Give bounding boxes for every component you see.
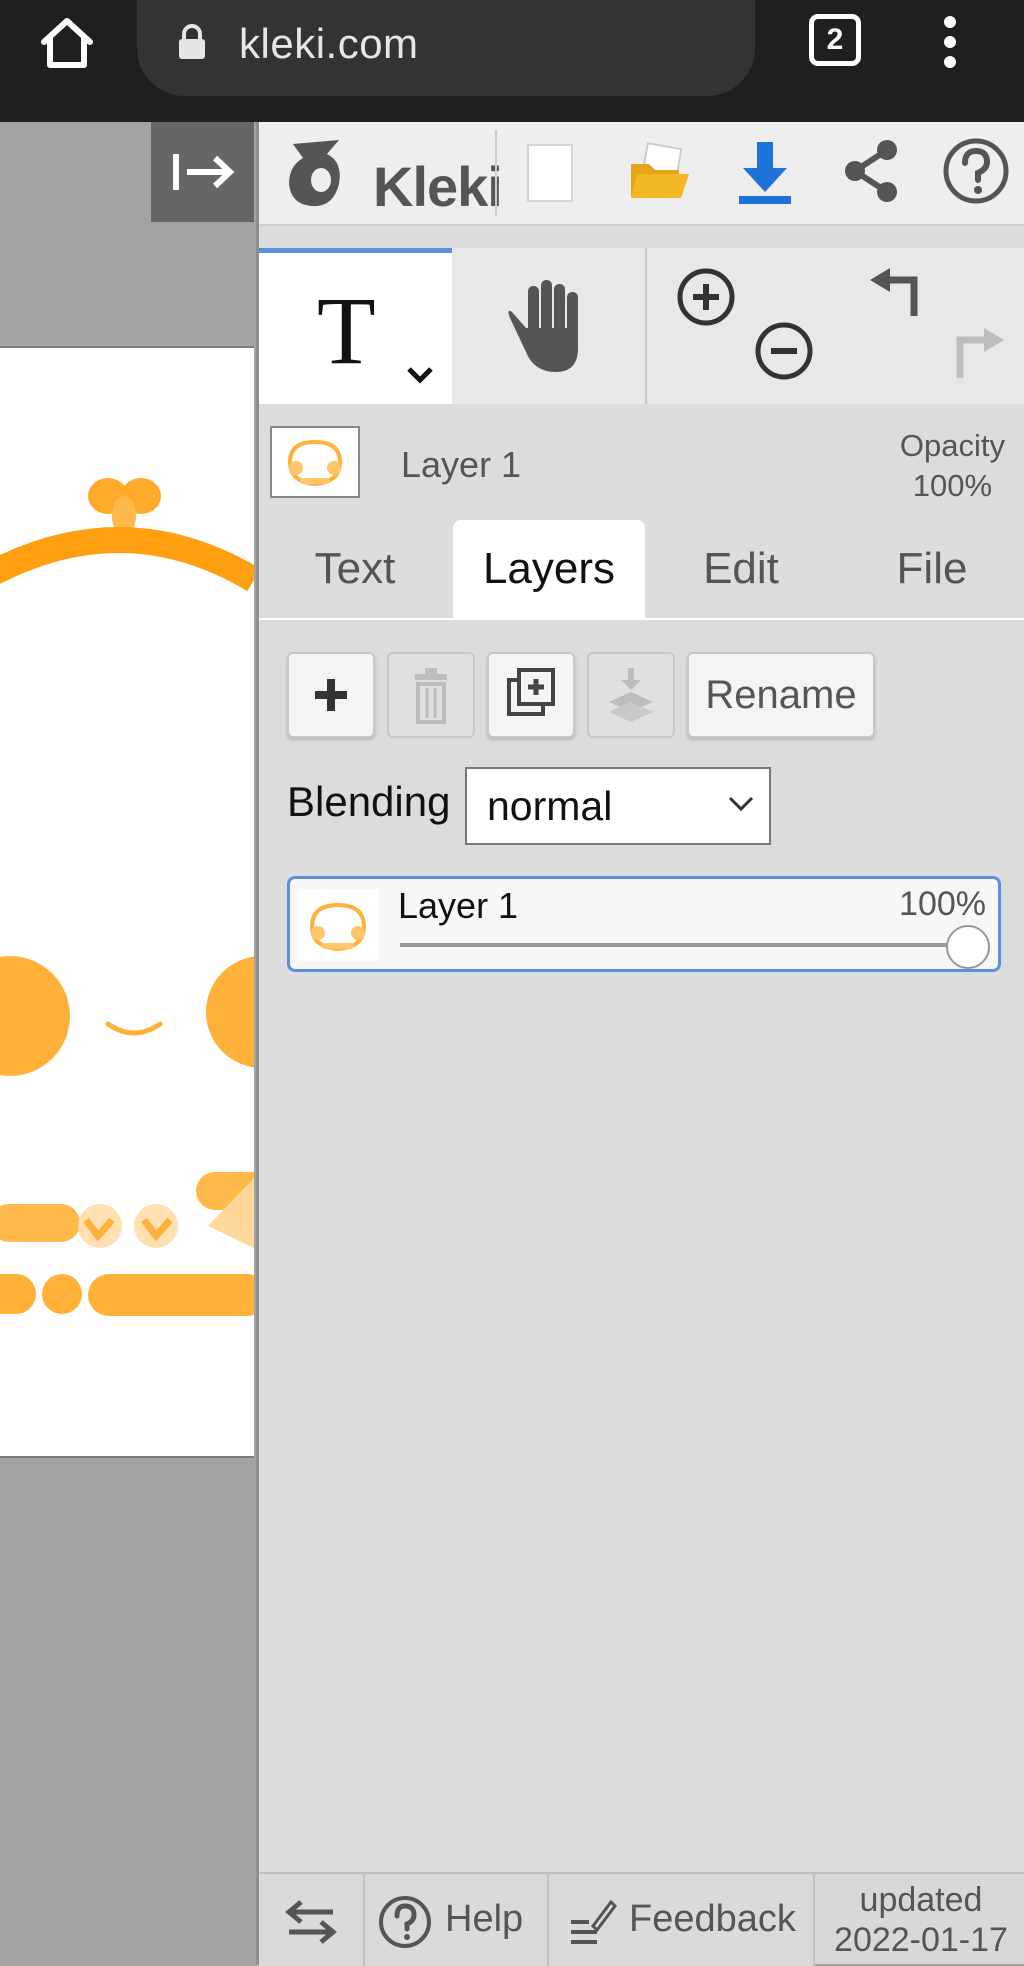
layer-list-item[interactable]: Layer 1 100% bbox=[287, 876, 1001, 972]
tool-row: T bbox=[259, 248, 1024, 404]
help-icon[interactable] bbox=[941, 136, 1011, 206]
url-text: kleki.com bbox=[239, 20, 419, 67]
text-tool-button[interactable]: T bbox=[259, 248, 452, 404]
more-vertical-icon[interactable] bbox=[936, 14, 964, 70]
collapse-panel-button[interactable] bbox=[151, 122, 254, 222]
layer-opacity-slider[interactable] bbox=[400, 943, 970, 947]
zoom-controls bbox=[645, 248, 836, 404]
feedback-icon bbox=[571, 1899, 617, 1944]
open-folder-icon[interactable] bbox=[629, 142, 693, 204]
toolbar-divider bbox=[495, 130, 497, 216]
chevron-down-icon bbox=[728, 796, 754, 812]
delete-layer-button[interactable] bbox=[387, 652, 475, 738]
logo-text: Kleki bbox=[373, 155, 503, 218]
hand-icon bbox=[508, 280, 578, 372]
help-circle-icon bbox=[379, 1896, 431, 1948]
text-tool-icon: T bbox=[317, 277, 376, 384]
top-toolbar: Kleki bbox=[259, 122, 1024, 226]
collapse-panel-icon bbox=[173, 154, 235, 190]
layers-panel: Rename Blending normal Layer 1 100% bbox=[259, 622, 1024, 1812]
add-layer-icon bbox=[315, 679, 347, 711]
blending-label: Blending bbox=[287, 778, 451, 825]
merge-down-icon bbox=[609, 668, 653, 722]
canvas-artwork bbox=[0, 478, 254, 1316]
hand-tool-button[interactable] bbox=[452, 248, 645, 404]
layer-thumbnail-image bbox=[309, 902, 367, 952]
current-layer-name: Layer 1 bbox=[401, 444, 522, 485]
layer-thumbnail bbox=[298, 889, 378, 961]
updated-date: 2022-01-17 bbox=[834, 1921, 1008, 1959]
layer-opacity-slider-handle[interactable] bbox=[946, 925, 990, 969]
zoom-in-icon[interactable] bbox=[675, 266, 737, 328]
kleki-logo-icon bbox=[289, 140, 340, 207]
home-icon[interactable] bbox=[38, 16, 96, 70]
drawing-canvas[interactable] bbox=[0, 346, 254, 1458]
layer-opacity-value: 100% bbox=[899, 885, 986, 923]
panel-tabs: Text Layers Edit File bbox=[259, 520, 1024, 620]
help-label: Help bbox=[445, 1898, 524, 1940]
tab-text[interactable]: Text bbox=[259, 520, 451, 618]
current-layer-thumbnail[interactable] bbox=[270, 426, 360, 498]
layer-name: Layer 1 bbox=[398, 885, 519, 926]
undo-icon[interactable] bbox=[866, 268, 928, 330]
current-layer-info: Layer 1 Opacity 100% bbox=[259, 406, 1024, 503]
address-bar[interactable]: kleki.com bbox=[137, 0, 755, 96]
history-controls bbox=[836, 248, 1024, 404]
swap-sides-button[interactable] bbox=[259, 1874, 365, 1966]
kleki-logo: Kleki bbox=[281, 136, 503, 218]
opacity-label: Opacity bbox=[899, 428, 1005, 463]
current-layer-opacity: Opacity 100% bbox=[900, 426, 1005, 506]
canvas-area[interactable] bbox=[0, 122, 256, 1964]
panel-footer: Help Feedback updated 2022-01-17 bbox=[259, 1872, 1024, 1966]
updated-label: updated bbox=[859, 1881, 983, 1919]
share-icon[interactable] bbox=[841, 138, 903, 204]
delete-layer-icon bbox=[415, 668, 447, 724]
rename-layer-button[interactable]: Rename bbox=[687, 652, 875, 738]
duplicate-layer-button[interactable] bbox=[487, 652, 575, 738]
merge-down-button[interactable] bbox=[587, 652, 675, 738]
blending-value: normal bbox=[487, 783, 613, 829]
help-button[interactable]: Help bbox=[365, 1874, 549, 1966]
opacity-value: 100% bbox=[912, 468, 993, 503]
browser-toolbar: kleki.com 2 bbox=[0, 0, 1024, 122]
feedback-label: Feedback bbox=[629, 1898, 796, 1940]
tabs-icon[interactable]: 2 bbox=[809, 14, 861, 66]
blending-select[interactable]: normal bbox=[465, 767, 771, 845]
feedback-button[interactable]: Feedback bbox=[549, 1874, 815, 1966]
tab-layers[interactable]: Layers bbox=[453, 520, 645, 618]
layer-thumbnail-image bbox=[287, 439, 343, 487]
tab-file[interactable]: File bbox=[837, 520, 1024, 618]
updated-info: updated 2022-01-17 bbox=[815, 1880, 1024, 1960]
download-icon[interactable] bbox=[735, 140, 795, 206]
side-panel: Kleki T Layer 1 Opacity 100% Text Layers… bbox=[256, 122, 1024, 1966]
add-layer-button[interactable] bbox=[287, 652, 375, 738]
duplicate-layer-icon bbox=[507, 668, 555, 716]
tab-edit[interactable]: Edit bbox=[645, 520, 837, 618]
swap-icon bbox=[285, 1900, 337, 1944]
new-image-icon[interactable] bbox=[523, 142, 577, 204]
chevron-down-icon[interactable] bbox=[405, 365, 435, 385]
redo-icon[interactable] bbox=[946, 324, 1008, 386]
lock-icon bbox=[179, 24, 205, 59]
zoom-out-icon[interactable] bbox=[753, 320, 815, 382]
